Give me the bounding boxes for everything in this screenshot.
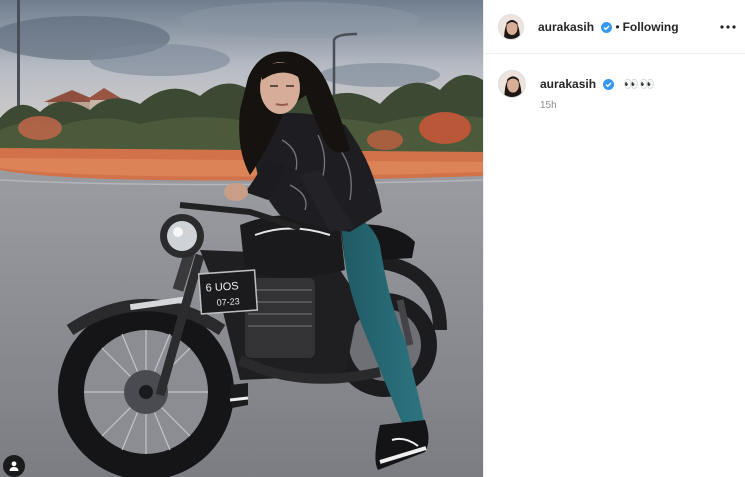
more-options-button[interactable] xyxy=(718,17,738,37)
post-timestamp[interactable]: 15h xyxy=(540,100,557,111)
more-horizontal-icon xyxy=(720,25,736,29)
profile-picture xyxy=(499,71,525,97)
username-text[interactable]: aurakasih xyxy=(538,20,594,34)
profile-picture xyxy=(499,14,523,39)
caption-avatar[interactable] xyxy=(498,70,526,98)
post-caption: aurakasih 👀👀 15h xyxy=(498,70,738,111)
user-tag-button[interactable] xyxy=(3,455,25,477)
post-side-panel: aurakasih • Following aurakasih 👀👀 15h xyxy=(483,0,745,477)
verified-badge-icon xyxy=(601,21,613,33)
avatar[interactable] xyxy=(498,13,524,40)
post-header: aurakasih • Following xyxy=(484,0,745,54)
caption-line: aurakasih 👀👀 xyxy=(540,77,656,91)
plate-line1: 6 UOS xyxy=(205,280,239,294)
caption-username[interactable]: aurakasih xyxy=(540,77,596,91)
motorcycle-photo: 6 UOS 07-23 xyxy=(0,0,483,477)
separator-dot: • xyxy=(615,19,620,34)
plate-line2: 07-23 xyxy=(216,296,240,308)
verified-badge-icon xyxy=(603,79,615,90)
user-tag-icon xyxy=(9,461,19,471)
header-username[interactable]: aurakasih xyxy=(538,20,613,34)
caption-body: 👀👀 xyxy=(623,77,656,91)
following-button[interactable]: Following xyxy=(623,20,679,34)
post-photo[interactable]: 6 UOS 07-23 xyxy=(0,0,483,477)
